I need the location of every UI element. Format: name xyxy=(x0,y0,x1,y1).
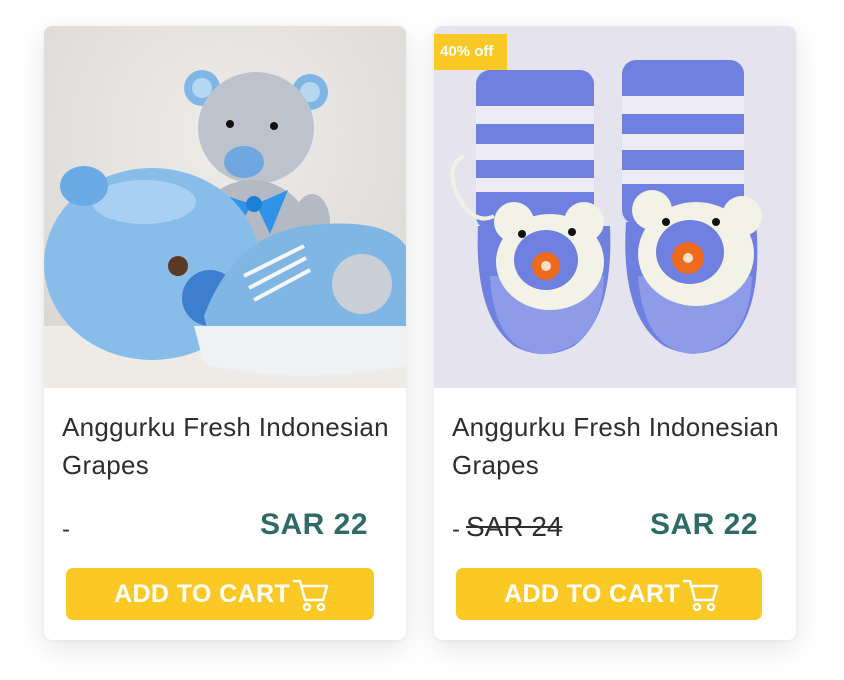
add-to-cart-label: ADD TO CART xyxy=(114,580,291,608)
product-image[interactable]: 40% off xyxy=(434,26,796,388)
add-to-cart-button[interactable]: ADD TO CART xyxy=(66,568,374,620)
price-separator: - xyxy=(62,516,70,543)
cart-icon xyxy=(292,579,329,612)
price-row: - SAR 24 SAR 22 xyxy=(452,508,758,548)
product-image[interactable] xyxy=(44,26,406,388)
discount-badge: 40% off xyxy=(434,34,508,70)
product-title[interactable]: Anggurku Fresh Indonesian Grapes xyxy=(62,408,392,484)
product-card[interactable]: Anggurku Fresh Indonesian Grapes - SAR 2… xyxy=(44,26,406,640)
current-price: SAR 22 xyxy=(649,508,758,541)
cart-icon xyxy=(682,579,719,612)
current-price: SAR 22 xyxy=(259,508,368,541)
add-to-cart-button[interactable]: ADD TO CART xyxy=(456,568,762,620)
knitted-booties-photo xyxy=(434,26,796,388)
original-price: SAR 24 xyxy=(466,511,563,542)
product-title[interactable]: Anggurku Fresh Indonesian Grapes xyxy=(452,408,782,484)
price-separator: - xyxy=(452,516,460,543)
product-card[interactable]: 40% off Anggurku Fresh Indonesian Grapes… xyxy=(434,26,796,640)
price-row: - SAR 22 xyxy=(62,508,368,548)
crochet-toys-photo xyxy=(44,26,406,388)
add-to-cart-label: ADD TO CART xyxy=(504,580,681,608)
